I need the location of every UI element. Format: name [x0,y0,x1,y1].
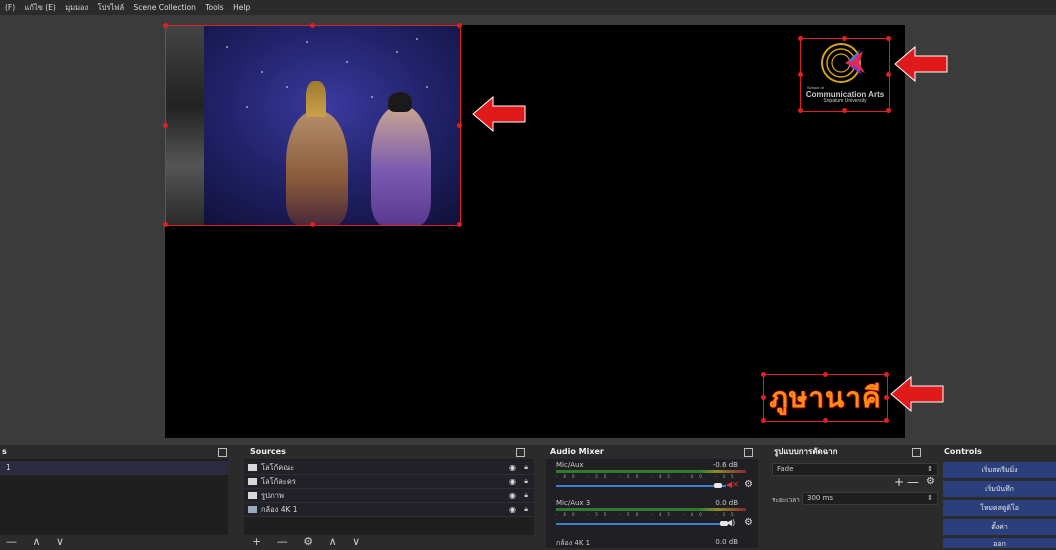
gear-icon[interactable]: ⚙ [744,517,753,528]
annotation-arrow-icon [894,45,948,83]
controls-title: Controls [944,447,982,456]
dock-area: s 1 — ∧ ∨ Sources โลโก้คณะ ◉ 🔒︎ โลโก้ละค… [0,445,1056,548]
duration-input[interactable]: 300 ms ⇕ [802,492,938,505]
visibility-eye-icon[interactable]: ◉ [509,461,516,474]
preview-area: School of Communication Arts Sripatum Un… [0,15,1056,445]
transitions-title: รูปแบบการตัดฉาก [764,445,936,459]
transition-add-remove-buttons[interactable]: +— [894,475,922,489]
lock-icon[interactable]: 🔒︎ [524,461,528,474]
sources-dock: Sources โลโก้คณะ ◉ 🔒︎ โลโก้ละคร ◉ 🔒︎ รูป… [244,445,544,548]
float-dock-icon[interactable] [744,448,753,457]
scenes-dock-title: s [0,445,232,459]
menu-help[interactable]: Help [233,3,250,12]
start-streaming-button[interactable]: เริ่มสตรีมมิ่ง [943,462,1056,478]
image-icon [248,478,257,485]
menu-profile[interactable]: โปรไฟล์ [98,3,125,12]
source-item[interactable]: กล้อง 4K 1 ◉ 🔒︎ [244,503,534,517]
channel-name: Mic/Aux [556,461,584,469]
visibility-eye-icon[interactable]: ◉ [509,475,516,488]
annotation-arrow-icon [472,95,526,133]
preview-canvas[interactable]: School of Communication Arts Sripatum Un… [163,23,948,438]
audio-mixer-dock: Audio Mixer Mic/Aux -0.6 dB -60 -55 -50 … [546,445,758,548]
speaker-icon[interactable]: ◀) [726,518,735,527]
scene-transitions-dock: รูปแบบการตัดฉาก Fade ⇕ +— ⚙ ระยะเวลา 300… [764,445,938,548]
camera-icon [248,506,257,513]
annotation-arrow-icon [890,375,944,413]
visibility-eye-icon[interactable]: ◉ [509,489,516,502]
channel-db: -0.6 dB [712,461,738,469]
channel-db: 0.0 dB [715,538,738,546]
lock-icon[interactable]: 🔒︎ [524,503,528,516]
source-item[interactable]: โลโก้คณะ ◉ 🔒︎ [244,461,534,475]
menu-edit[interactable]: แก้ไข (E) [25,3,56,12]
duration-label: ระยะเวลา [772,496,800,504]
channel-db: 0.0 dB [715,499,738,507]
sources-toolbar[interactable]: + — ⚙ ∧ ∨ [252,535,366,548]
exit-button[interactable]: ออก [943,538,1056,548]
gear-icon[interactable]: ⚙ [926,476,935,487]
spinbox-arrows-icon[interactable]: ⇕ [927,493,933,504]
menu-scene-collection[interactable]: Scene Collection [133,3,195,12]
menu-view[interactable]: มุมมอง [65,3,88,12]
muted-speaker-icon[interactable]: ◀✕ [726,480,739,489]
start-recording-button[interactable]: เริ่มบันทึก [943,481,1056,497]
float-dock-icon[interactable] [516,448,525,457]
image-icon [248,464,257,471]
video-source[interactable] [163,23,462,227]
scenes-toolbar[interactable]: — ∧ ∨ [6,535,70,548]
source-item[interactable]: รูปภาพ ◉ 🔒︎ [244,489,534,503]
sources-list: โลโก้คณะ ◉ 🔒︎ โลโก้ละคร ◉ 🔒︎ รูปภาพ ◉ 🔒︎… [244,459,534,535]
menu-bar: (F) แก้ไข (E) มุมมอง โปรไฟล์ Scene Colle… [0,0,1056,15]
volume-slider[interactable] [556,521,728,526]
drama-title-source[interactable]: ภูษานาคี [761,372,889,423]
image-icon [248,492,257,499]
scenes-list[interactable]: 1 [0,459,228,535]
source-item[interactable]: โลโก้ละคร ◉ 🔒︎ [244,475,534,489]
scene-item[interactable]: 1 [0,461,228,475]
studio-mode-button[interactable]: โหมดสตูดิโอ [943,500,1056,516]
chevron-updown-icon: ⇕ [927,465,933,473]
lock-icon[interactable]: 🔒︎ [524,475,528,488]
float-dock-icon[interactable] [912,448,921,457]
camera-feed-image [166,26,460,225]
drama-title-text: ภูษานาคี [769,381,882,414]
channel-name: กล้อง 4K 1 [556,539,591,547]
menu-tools[interactable]: Tools [205,3,223,12]
scenes-dock: s 1 — ∧ ∨ [0,445,232,548]
channel-name: Mic/Aux 3 [556,499,591,507]
meter-scale: -60 -55 -50 -45 -40 -35 -30 -25 -20 -15 … [556,512,746,517]
volume-slider[interactable] [556,483,726,488]
float-dock-icon[interactable] [218,448,227,457]
faculty-logo-source[interactable]: School of Communication Arts Sripatum Un… [798,36,891,113]
logo-caption: School of Communication Arts Sripatum Un… [805,85,885,104]
volume-meter [556,508,746,511]
sources-dock-title: Sources [244,445,544,459]
volume-meter [556,470,746,473]
lock-icon[interactable]: 🔒︎ [524,489,528,502]
menu-file[interactable]: (F) [5,3,15,12]
faculty-logo-image [821,43,865,83]
visibility-eye-icon[interactable]: ◉ [509,503,516,516]
settings-button[interactable]: ตั้งค่า [943,519,1056,535]
gear-icon[interactable]: ⚙ [744,479,753,490]
audio-mixer-panel: Mic/Aux -0.6 dB -60 -55 -50 -45 -40 -35 … [546,459,758,548]
audio-mixer-title: Audio Mixer [546,445,758,459]
meter-scale: -60 -55 -50 -45 -40 -35 -30 -25 -20 -15 … [556,474,746,479]
